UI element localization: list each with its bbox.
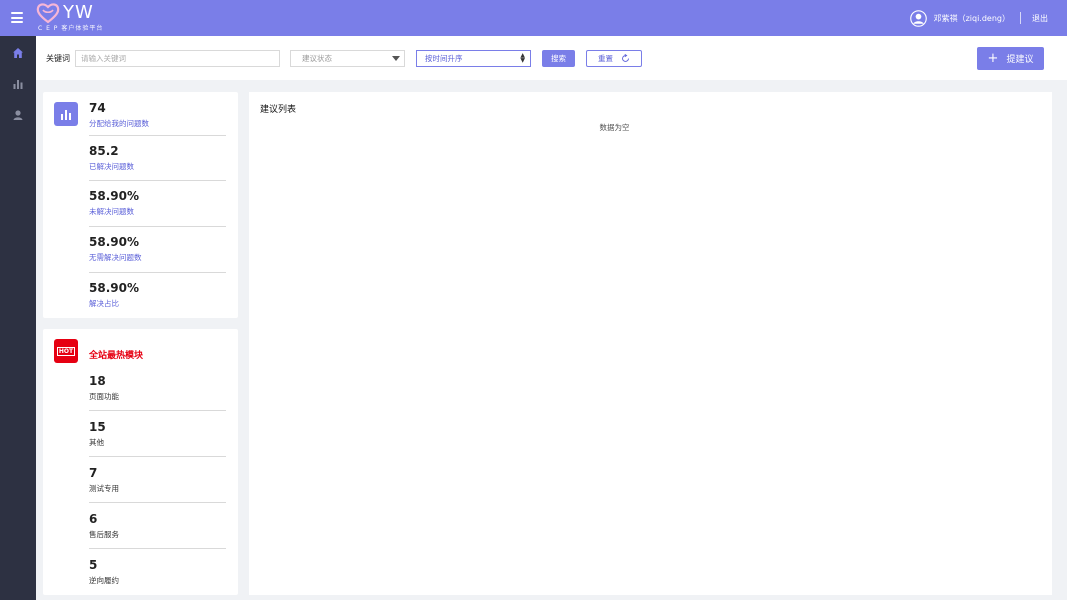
logout-link[interactable]: 退出 <box>1032 13 1048 24</box>
sort-select[interactable]: 按时间升序 ▲ ▼ <box>416 50 531 67</box>
top-bar: YW C E P 客户体验平台 邓紫祺（ziqi.deng） 退出 <box>0 0 1067 36</box>
hot-item-value: 5 <box>89 558 98 572</box>
user-area: 邓紫祺（ziqi.deng） 退出 <box>909 9 1048 27</box>
logo-subtitle: C E P 客户体验平台 <box>38 25 104 32</box>
stat-label: 分配给我的问题数 <box>89 119 149 128</box>
sort-select-value: 按时间升序 <box>425 54 463 63</box>
stat-item: 85.2 已解决问题数 <box>89 144 226 172</box>
stats-card: 74 分配给我的问题数 85.2 已解决问题数 58.90% 未解决问题数 58… <box>43 92 238 318</box>
hot-item-value: 18 <box>89 374 106 388</box>
stat-item: 58.90% 解决占比 <box>89 281 226 309</box>
reset-button-label: 重置 <box>598 54 613 63</box>
bar-chart-icon[interactable] <box>12 78 24 90</box>
stat-item: 74 分配给我的问题数 <box>89 101 226 129</box>
divider <box>89 502 226 503</box>
divider <box>89 135 226 136</box>
heart-logo-icon <box>36 3 60 24</box>
logo[interactable]: YW C E P 客户体验平台 <box>36 2 136 34</box>
divider <box>89 180 226 181</box>
hot-item-label: 逆向履约 <box>89 576 119 585</box>
keyword-label: 关键词 <box>46 54 70 63</box>
stat-label: 已解决问题数 <box>89 162 134 171</box>
divider <box>89 548 226 549</box>
stat-value: 85.2 <box>89 144 119 158</box>
hot-item[interactable]: 6 售后服务 <box>89 512 226 540</box>
header-divider <box>1020 12 1021 24</box>
divider <box>89 272 226 273</box>
stat-value: 58.90% <box>89 281 139 295</box>
suggestion-list-panel: 建议列表 数据为空 <box>249 92 1052 595</box>
home-icon[interactable] <box>12 47 24 59</box>
side-nav <box>0 36 36 600</box>
stat-label: 未解决问题数 <box>89 207 134 216</box>
hot-item-value: 7 <box>89 466 98 480</box>
suggestion-list-title: 建议列表 <box>260 105 297 115</box>
hot-item-label: 页面功能 <box>89 392 119 401</box>
status-select-placeholder: 建议状态 <box>302 54 332 63</box>
hamburger-menu-icon[interactable] <box>11 12 23 23</box>
logo-text: YW <box>63 2 94 23</box>
up-down-arrows-icon: ▲ ▼ <box>520 52 525 64</box>
hot-item[interactable]: 18 页面功能 <box>89 374 226 402</box>
divider <box>89 226 226 227</box>
stat-item: 58.90% 无需解决问题数 <box>89 235 226 263</box>
divider <box>89 410 226 411</box>
avatar-icon[interactable] <box>909 9 927 27</box>
hot-item[interactable]: 15 其他 <box>89 420 226 448</box>
keyword-input[interactable] <box>75 50 280 67</box>
hot-item[interactable]: 7 测试专用 <box>89 466 226 494</box>
search-button[interactable]: 搜索 <box>542 50 575 67</box>
hot-badge-text: HOT <box>56 346 76 356</box>
hot-item[interactable]: 5 逆向履约 <box>89 558 226 586</box>
stat-value: 58.90% <box>89 189 139 203</box>
status-select[interactable]: 建议状态 <box>290 50 405 67</box>
stat-label: 解决占比 <box>89 299 119 308</box>
hot-modules-title: 全站最热模块 <box>89 351 144 361</box>
user-name[interactable]: 邓紫祺（ziqi.deng） <box>934 13 1010 24</box>
bar-chart-icon <box>54 102 78 126</box>
hot-item-value: 6 <box>89 512 98 526</box>
caret-down-icon <box>392 56 400 61</box>
reset-button[interactable]: 重置 <box>586 50 642 67</box>
empty-state-text: 数据为空 <box>599 123 630 132</box>
user-icon[interactable] <box>12 109 24 121</box>
stat-value: 74 <box>89 101 106 115</box>
hot-item-label: 售后服务 <box>89 530 119 539</box>
refresh-icon <box>622 54 629 62</box>
add-suggestion-button[interactable]: + 提建议 <box>977 47 1044 70</box>
hot-item-label: 测试专用 <box>89 484 119 493</box>
stat-value: 58.90% <box>89 235 139 249</box>
hot-badge-icon: HOT <box>54 339 78 363</box>
hot-modules-card: HOT 全站最热模块 18 页面功能 15 其他 7 测试专用 6 售后服务 5… <box>43 329 238 595</box>
stat-label: 无需解决问题数 <box>89 253 142 262</box>
plus-icon: + <box>987 51 999 66</box>
filter-toolbar: 关键词 建议状态 按时间升序 ▲▼ 搜索 重置 + 提建议 <box>36 36 1067 80</box>
hot-item-value: 15 <box>89 420 106 434</box>
hot-item-label: 其他 <box>89 438 104 447</box>
add-suggestion-label: 提建议 <box>1006 55 1034 65</box>
divider <box>89 456 226 457</box>
stat-item: 58.90% 未解决问题数 <box>89 189 226 217</box>
